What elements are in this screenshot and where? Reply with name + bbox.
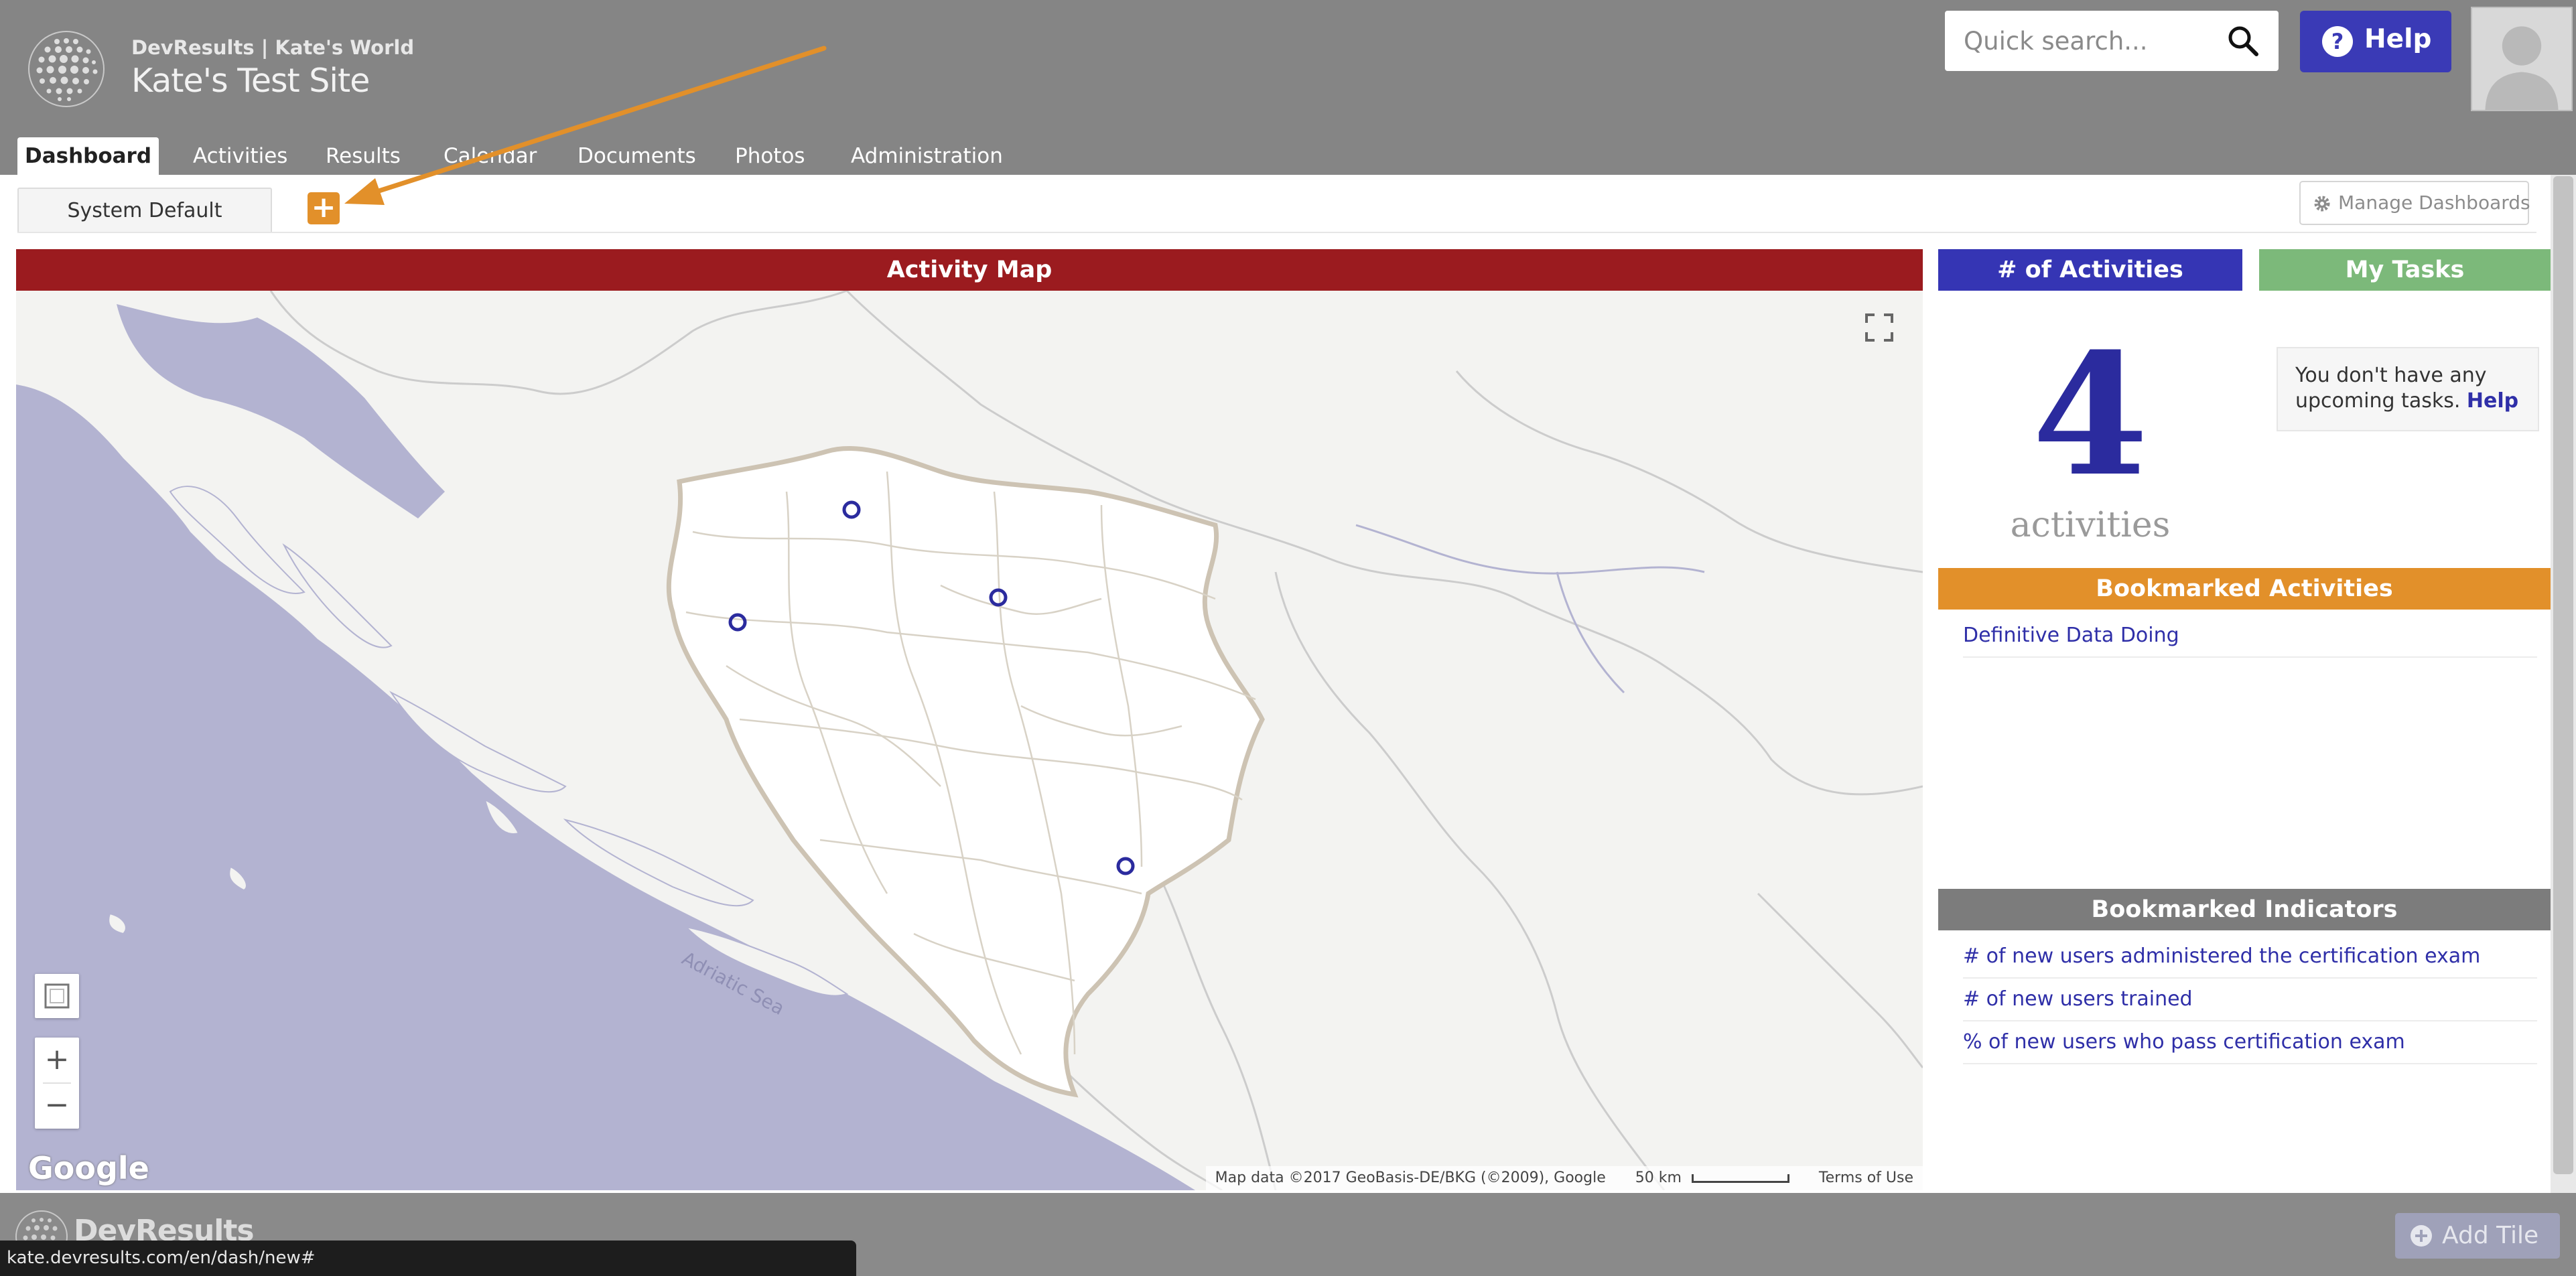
nav-tab-activities[interactable]: Activities <box>193 137 287 175</box>
tasks-empty-text: You don't have any upcoming tasks. <box>2295 364 2487 413</box>
bookmarked-indicator-link[interactable]: # of new users administered the certific… <box>1963 936 2537 979</box>
bookmarked-activities-body: Definitive Data Doing <box>1938 610 2551 873</box>
activity-count-body: 4 activities <box>1938 291 2242 551</box>
activity-map[interactable]: Adriatic Sea + − Google Map data ©2017 G… <box>16 291 1923 1190</box>
map-scale-bar <box>1691 1174 1789 1183</box>
nav-tab-administration[interactable]: Administration <box>851 137 1003 175</box>
map-attribution-bar: Map data ©2017 GeoBasis-DE/BKG (©2009), … <box>1205 1166 1923 1190</box>
tasks-empty-message: You don't have any upcoming tasks. Help <box>2277 347 2539 431</box>
manage-dashboards-button[interactable]: Manage Dashboards <box>2299 181 2530 225</box>
activity-count-tile: # of Activities 4 activities <box>1938 249 2242 551</box>
help-button[interactable]: ? Help <box>2300 11 2451 72</box>
devresults-logo[interactable] <box>27 29 106 109</box>
bookmarked-activities-tile: Bookmarked Activities Definitive Data Do… <box>1938 568 2551 873</box>
google-logo[interactable]: Google <box>28 1150 149 1186</box>
question-circle-icon: ? <box>2322 26 2353 57</box>
page-scrollbar-thumb[interactable] <box>2553 176 2573 1174</box>
search-icon[interactable] <box>2226 24 2260 58</box>
map-extent-button[interactable] <box>35 974 79 1018</box>
add-tile-button[interactable]: Add Tile <box>2395 1213 2560 1259</box>
status-bar-url: kate.devresults.com/en/dash/new# <box>0 1240 856 1276</box>
map-attribution: Map data ©2017 GeoBasis-DE/BKG (©2009), … <box>1215 1169 1606 1186</box>
gear-icon <box>2314 196 2330 212</box>
bookmarked-indicator-link[interactable]: # of new users trained <box>1963 979 2537 1021</box>
zoom-in-button[interactable]: + <box>35 1038 79 1083</box>
bookmarked-indicators-body: # of new users administered the certific… <box>1938 930 2551 1190</box>
my-tasks-body: You don't have any upcoming tasks. Help <box>2259 291 2551 551</box>
expand-icon <box>44 983 70 1009</box>
user-silhouette-icon <box>2472 8 2571 110</box>
bookmarked-activities-title: Bookmarked Activities <box>1938 568 2551 610</box>
nav-tab-dashboard[interactable]: Dashboard <box>17 137 159 175</box>
user-avatar[interactable] <box>2471 7 2573 111</box>
zoom-out-button[interactable]: − <box>35 1083 79 1129</box>
map-canvas[interactable]: Adriatic Sea <box>16 291 1923 1190</box>
my-tasks-title: My Tasks <box>2259 249 2551 291</box>
bookmarked-indicators-tile: Bookmarked Indicators # of new users adm… <box>1938 889 2551 1190</box>
my-tasks-tile: My Tasks You don't have any upcoming tas… <box>2259 249 2551 551</box>
activity-map-tile: Activity Map Adriatic Sea + − Google Map… <box>16 249 1923 1190</box>
activity-count-unit: activities <box>2010 505 2171 545</box>
dashboard-tabs-divider <box>17 232 2536 233</box>
bookmarked-indicator-link[interactable]: % of new users who pass certification ex… <box>1963 1021 2537 1064</box>
annotation-arrow <box>344 46 827 205</box>
svg-text:?: ? <box>2331 29 2344 54</box>
help-label: Help <box>2364 24 2432 54</box>
activity-count-title: # of Activities <box>1938 249 2242 291</box>
terms-of-use-link[interactable]: Terms of Use <box>1819 1169 1913 1186</box>
activity-count-number[interactable]: 4 <box>1938 331 2242 498</box>
quick-search-input[interactable] <box>1964 11 2218 71</box>
bookmarked-activity-link[interactable]: Definitive Data Doing <box>1963 615 2537 658</box>
add-tile-label: Add Tile <box>2442 1222 2539 1249</box>
manage-dashboards-label: Manage Dashboards <box>2338 192 2530 214</box>
bookmarked-indicators-title: Bookmarked Indicators <box>1938 889 2551 930</box>
site-title[interactable]: Kate's Test Site <box>131 62 370 100</box>
activity-map-title: Activity Map <box>16 249 1923 291</box>
zoom-control: + − <box>35 1038 79 1129</box>
map-scale-label[interactable]: 50 km <box>1635 1169 1682 1186</box>
quick-search-box[interactable] <box>1945 11 2279 71</box>
dashboard-tab-system-default[interactable]: System Default <box>17 188 272 233</box>
tasks-help-link[interactable]: Help <box>2467 389 2518 413</box>
plus-circle-icon <box>2411 1225 2432 1247</box>
